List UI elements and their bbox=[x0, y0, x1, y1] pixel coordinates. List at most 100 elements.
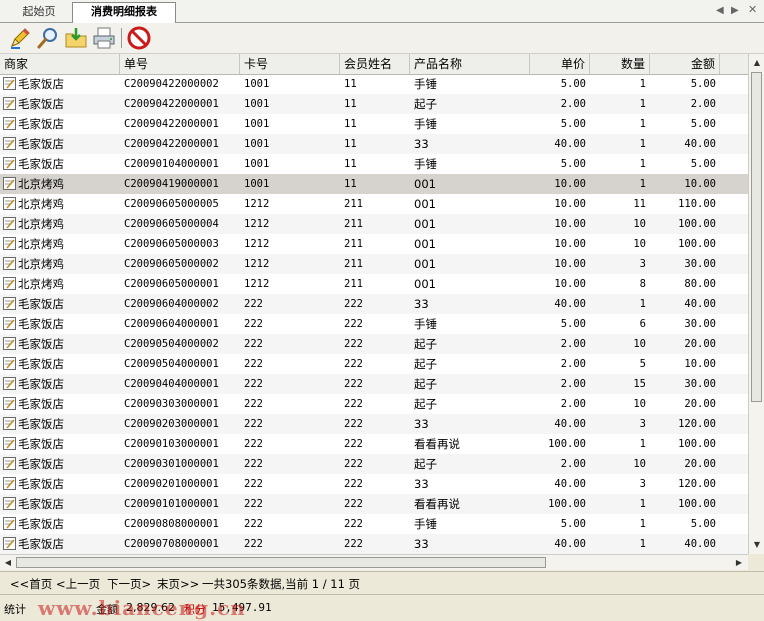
row-edit-icon[interactable] bbox=[3, 397, 16, 410]
tab-consumption-report[interactable]: 消费明细报表 bbox=[72, 2, 176, 23]
horizontal-scrollbar[interactable]: ◀ ▶ bbox=[0, 554, 748, 570]
header-order-no[interactable]: 单号 bbox=[120, 54, 240, 74]
row-edit-icon[interactable] bbox=[3, 317, 16, 330]
cell-unit-price: 2.00 bbox=[560, 458, 586, 470]
table-row[interactable]: 毛家饭店 C20090604000002 222 222 33 40.00 1 40.00 bbox=[0, 294, 748, 314]
header-merchant[interactable]: 商家 bbox=[0, 54, 120, 74]
pager-prev-link[interactable]: <上一页 bbox=[56, 576, 100, 592]
table-row[interactable]: 毛家饭店 C20090104000001 1001 11 手锤 5.00 1 5.00 bbox=[0, 154, 748, 174]
scroll-down-icon[interactable]: ▼ bbox=[750, 538, 764, 552]
header-product-name[interactable]: 产品名称 bbox=[410, 54, 530, 74]
tab-scroll-left-icon[interactable]: ◀ bbox=[716, 5, 724, 16]
row-edit-icon[interactable] bbox=[3, 297, 16, 310]
table-row[interactable]: 毛家饭店 C20090201000001 222 222 33 40.00 3 120.00 bbox=[0, 474, 748, 494]
table-row[interactable]: 毛家饭店 C20090303000001 222 222 起子 2.00 10 20.00 bbox=[0, 394, 748, 414]
tab-start-page[interactable]: 起始页 bbox=[8, 3, 70, 22]
table-row[interactable]: 毛家饭店 C20090504000001 222 222 起子 2.00 5 10.00 bbox=[0, 354, 748, 374]
table-row[interactable]: 毛家饭店 C20090103000001 222 222 看看再说 100.00 1 100.… bbox=[0, 434, 748, 454]
cell-product-name: 手锤 bbox=[414, 77, 437, 91]
pager-last-link[interactable]: 末页>> bbox=[157, 576, 199, 592]
print-icon[interactable] bbox=[92, 26, 116, 50]
cell-amount: 20.00 bbox=[684, 338, 716, 350]
row-edit-icon[interactable] bbox=[3, 177, 16, 190]
row-edit-icon[interactable] bbox=[3, 437, 16, 450]
table-row[interactable]: 北京烤鸡 C20090605000003 1212 211 001 10.00 10 100.… bbox=[0, 234, 748, 254]
header-amount[interactable]: 金额 bbox=[650, 54, 720, 74]
row-edit-icon[interactable] bbox=[3, 377, 16, 390]
cell-merchant: 毛家饭店 bbox=[18, 357, 64, 371]
search-magnifier-icon[interactable] bbox=[36, 26, 60, 50]
row-edit-icon[interactable] bbox=[3, 337, 16, 350]
table-row[interactable]: 毛家饭店 C20090708000001 222 222 33 40.00 1 40.00 bbox=[0, 534, 748, 554]
cell-amount: 100.00 bbox=[678, 238, 716, 250]
row-edit-icon[interactable] bbox=[3, 237, 16, 250]
table-row[interactable]: 毛家饭店 C20090422000001 1001 11 手锤 5.00 1 5.00 bbox=[0, 114, 748, 134]
scroll-right-icon[interactable]: ▶ bbox=[732, 556, 746, 570]
close-stop-icon[interactable] bbox=[127, 26, 151, 50]
row-edit-icon[interactable] bbox=[3, 117, 16, 130]
table-row[interactable]: 毛家饭店 C20090203000001 222 222 33 40.00 3 120.00 bbox=[0, 414, 748, 434]
cell-member-name: 222 bbox=[344, 518, 363, 530]
cell-unit-price: 10.00 bbox=[554, 238, 586, 250]
cell-card-no: 222 bbox=[244, 338, 263, 350]
row-edit-icon[interactable] bbox=[3, 517, 16, 530]
header-card-no[interactable]: 卡号 bbox=[240, 54, 340, 74]
scroll-left-icon[interactable]: ◀ bbox=[1, 556, 15, 570]
table-row[interactable]: 北京烤鸡 C20090419000001 1001 11 001 10.00 1 10.00 bbox=[0, 174, 748, 194]
cell-unit-price: 2.00 bbox=[560, 98, 586, 110]
pager-next-link[interactable]: 下一页> bbox=[107, 576, 151, 592]
row-edit-icon[interactable] bbox=[3, 277, 16, 290]
row-edit-icon[interactable] bbox=[3, 257, 16, 270]
row-edit-icon[interactable] bbox=[3, 357, 16, 370]
table-row[interactable]: 毛家饭店 C20090101000001 222 222 看看再说 100.00 1 100.… bbox=[0, 494, 748, 514]
row-edit-icon[interactable] bbox=[3, 197, 16, 210]
row-edit-icon[interactable] bbox=[3, 217, 16, 230]
row-edit-icon[interactable] bbox=[3, 417, 16, 430]
table-row[interactable]: 北京烤鸡 C20090605000001 1212 211 001 10.00 8 80.00 bbox=[0, 274, 748, 294]
edit-pencil-icon[interactable] bbox=[8, 26, 32, 50]
cell-card-no: 222 bbox=[244, 298, 263, 310]
header-member-name[interactable]: 会员姓名 bbox=[340, 54, 410, 74]
cell-card-no: 1001 bbox=[244, 138, 270, 150]
table-row[interactable]: 毛家饭店 C20090422000001 1001 11 33 40.00 1 40.00 bbox=[0, 134, 748, 154]
header-unit-price[interactable]: 单价 bbox=[530, 54, 590, 74]
table-row[interactable]: 北京烤鸡 C20090605000002 1212 211 001 10.00 3 30.00 bbox=[0, 254, 748, 274]
row-edit-icon[interactable] bbox=[3, 457, 16, 470]
table-row[interactable]: 毛家饭店 C20090422000001 1001 11 起子 2.00 1 2.00 bbox=[0, 94, 748, 114]
vertical-scrollbar[interactable]: ▲ ▼ bbox=[748, 54, 764, 554]
horizontal-scroll-thumb[interactable] bbox=[16, 557, 546, 568]
table-row[interactable]: 毛家饭店 C20090604000001 222 222 手锤 5.00 6 30.00 bbox=[0, 314, 748, 334]
cell-merchant: 毛家饭店 bbox=[18, 337, 64, 351]
scroll-up-icon[interactable]: ▲ bbox=[750, 56, 764, 70]
table-row[interactable]: 北京烤鸡 C20090605000005 1212 211 001 10.00 11 110.… bbox=[0, 194, 748, 214]
row-edit-icon[interactable] bbox=[3, 497, 16, 510]
table-row[interactable]: 毛家饭店 C20090404000001 222 222 起子 2.00 15 30.00 bbox=[0, 374, 748, 394]
table-row[interactable]: 北京烤鸡 C20090605000004 1212 211 001 10.00 10 100.… bbox=[0, 214, 748, 234]
row-edit-icon[interactable] bbox=[3, 137, 16, 150]
cell-amount: 110.00 bbox=[678, 198, 716, 210]
pager-first-link[interactable]: <<首页 bbox=[10, 576, 52, 592]
cell-merchant: 毛家饭店 bbox=[18, 497, 64, 511]
row-edit-icon[interactable] bbox=[3, 537, 16, 550]
export-folder-icon[interactable] bbox=[64, 26, 88, 50]
cell-unit-price: 5.00 bbox=[560, 518, 586, 530]
header-quantity[interactable]: 数量 bbox=[590, 54, 650, 74]
tab-scroll-right-icon[interactable]: ▶ bbox=[731, 5, 739, 16]
row-edit-icon[interactable] bbox=[3, 97, 16, 110]
table-row[interactable]: 毛家饭店 C20090422000002 1001 11 手锤 5.00 1 5.00 bbox=[0, 74, 748, 94]
vertical-scroll-thumb[interactable] bbox=[751, 72, 762, 402]
tab-close-icon[interactable]: ✕ bbox=[748, 3, 757, 16]
cell-merchant: 毛家饭店 bbox=[18, 317, 64, 331]
cell-product-name: 001 bbox=[414, 277, 436, 291]
cell-amount: 40.00 bbox=[684, 538, 716, 550]
row-edit-icon[interactable] bbox=[3, 77, 16, 90]
cell-order-no: C20090708000001 bbox=[124, 538, 219, 550]
cell-card-no: 1212 bbox=[244, 278, 270, 290]
cell-quantity: 15 bbox=[633, 378, 646, 390]
row-edit-icon[interactable] bbox=[3, 477, 16, 490]
row-edit-icon[interactable] bbox=[3, 157, 16, 170]
table-row[interactable]: 毛家饭店 C20090301000001 222 222 起子 2.00 10 20.00 bbox=[0, 454, 748, 474]
cell-order-no: C20090605000001 bbox=[124, 278, 219, 290]
table-row[interactable]: 毛家饭店 C20090504000002 222 222 起子 2.00 10 20.00 bbox=[0, 334, 748, 354]
table-row[interactable]: 毛家饭店 C20090808000001 222 222 手锤 5.00 1 5.00 bbox=[0, 514, 748, 534]
